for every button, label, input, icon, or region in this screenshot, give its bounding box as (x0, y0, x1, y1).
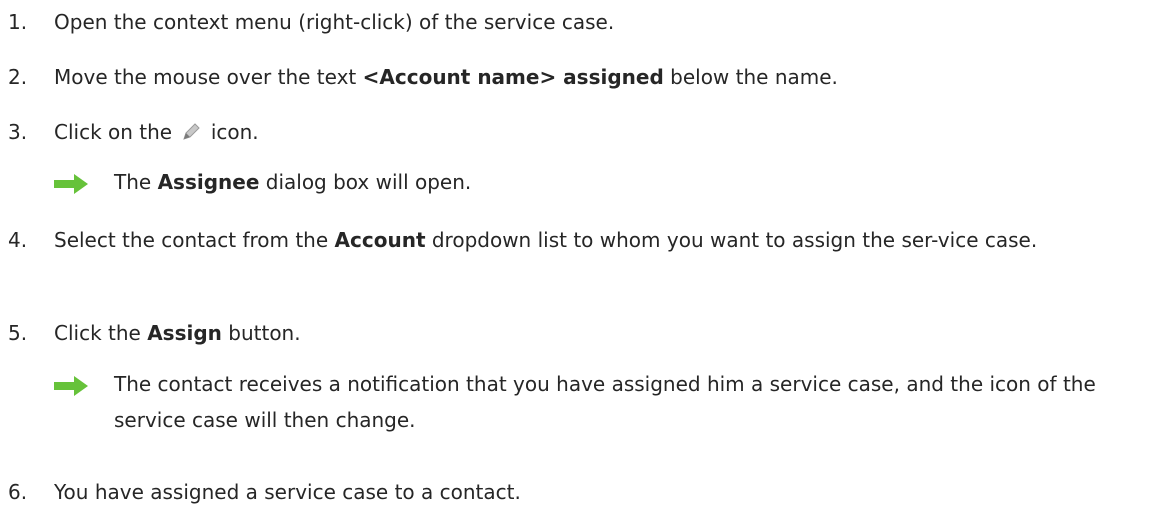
result-text: The Assignee dialog box will open. (114, 164, 1154, 200)
step-text: Select the contact from the Account drop… (54, 222, 1144, 258)
step-text: You have assigned a service case to a co… (54, 480, 521, 504)
step-number: 3. (8, 120, 28, 144)
green-arrow-icon (54, 174, 88, 194)
pencil-icon (183, 123, 201, 140)
step-text: Open the context menu (right-click) of t… (54, 10, 615, 34)
step-text: Click the Assign button. (54, 315, 301, 351)
step-text-post: button. (221, 321, 301, 345)
step-text: Move the mouse over the text <Account na… (54, 59, 838, 95)
step-number: 6. (8, 480, 28, 504)
step-text: Click on the icon. (54, 114, 259, 150)
step-text-pre: Click the (54, 321, 148, 345)
step-4: 4. Select the contact from the Account dr… (8, 222, 1144, 258)
result-text-pre: The (114, 170, 158, 194)
result-text-post: dialog box will open. (259, 170, 472, 194)
result-text: The contact receives a notification that… (114, 372, 1096, 432)
step-3: 3. Click on the icon. (8, 114, 1144, 150)
step-text-post: dropdown list to whom you want to assign… (425, 228, 1038, 252)
ui-term-assignee: Assignee (157, 170, 260, 194)
step-text-post: below the name. (663, 65, 838, 89)
step-text-pre: Click on the (54, 120, 179, 144)
step-6: 6. You have assigned a service case to a … (8, 474, 1144, 510)
ui-term-account: Account (334, 228, 426, 252)
result-1: The Assignee dialog box will open. (54, 164, 1154, 200)
result-2: The contact receives a notification that… (54, 366, 1154, 438)
step-5: 5. Click the Assign button. (8, 315, 1144, 351)
step-text-pre: Move the mouse over the text (54, 65, 363, 89)
ui-term-assign: Assign (147, 321, 222, 345)
step-text-post: icon. (204, 120, 259, 144)
ui-term-account-name-assigned: <Account name> assigned (362, 65, 664, 89)
step-2: 2. Move the mouse over the text <Account … (8, 59, 1144, 95)
green-arrow-icon (54, 376, 88, 396)
step-number: 2. (8, 65, 28, 89)
step-number: 4. (8, 228, 28, 252)
instruction-document: 1. Open the context menu (right-click) of… (0, 0, 1154, 524)
step-number: 5. (8, 321, 28, 345)
step-text-pre: Select the contact from the (54, 228, 335, 252)
step-number: 1. (8, 10, 28, 34)
step-1: 1. Open the context menu (right-click) of… (8, 4, 1144, 40)
